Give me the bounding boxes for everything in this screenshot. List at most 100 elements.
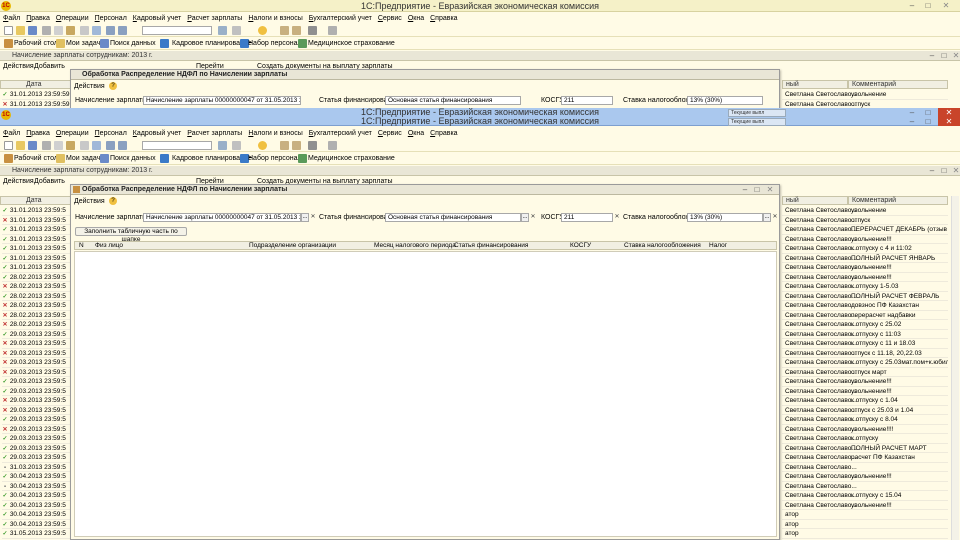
col-n[interactable]: N <box>79 242 84 250</box>
fill-table-button[interactable]: Заполнить табличную часть по шапке <box>75 227 187 243</box>
table-row[interactable]: ✓ 29.03.2013 23:59:5 <box>2 444 76 453</box>
table-row[interactable]: атор <box>782 520 948 529</box>
table-row[interactable]: ✓ 31.05.2013 23:59:5 <box>2 529 76 539</box>
tasks-button[interactable]: Мои задачи <box>66 152 104 165</box>
table-row[interactable]: ▪ 31.03.2013 23:59:5 <box>2 463 76 472</box>
menu-payroll[interactable]: Расчет зарплаты <box>184 128 245 139</box>
table-row[interactable]: Светлана Светославо...ПОЛНЫЙ РАСЧЕТ МАРТ <box>782 444 948 453</box>
table-row[interactable]: Светлана Светославо...увольнение <box>782 90 948 100</box>
menu-hr[interactable]: Кадровый учет <box>130 13 184 24</box>
table-row[interactable]: Светлана Светославо...ПОЛНЫЙ РАСЧЕТ ЯНВА… <box>782 254 948 263</box>
col-department[interactable]: Подразделение организации <box>249 242 336 250</box>
table-row[interactable]: Светлана Светославо...к отпуску с 25.02 <box>782 320 948 330</box>
table-row[interactable]: Светлана Светославо...увольнение!!! <box>782 273 948 282</box>
dialog-minimize-button[interactable]: – <box>739 185 751 195</box>
bg-finance-field[interactable]: Основная статья финансирования <box>385 96 521 105</box>
menu-file[interactable]: Файл <box>0 128 23 139</box>
menu-operations[interactable]: Операции <box>53 13 92 24</box>
table-row[interactable]: ✓ 30.04.2013 23:59:5 <box>2 501 76 510</box>
save-icon[interactable] <box>28 141 37 150</box>
undo-icon[interactable] <box>106 141 115 150</box>
table-row[interactable]: ✓ 31.01.2013 23:59:5 <box>2 206 76 216</box>
table-row[interactable]: Светлана Светославо...ПОЛНЫЙ РАСЧЕТ ФЕВР… <box>782 292 948 301</box>
table-row[interactable]: Светлана Светославо...ПЕРЕРАСЧЕТ ДЕКАБРЬ… <box>782 225 948 235</box>
find-icon[interactable] <box>218 141 227 150</box>
paste-icon[interactable] <box>66 26 75 35</box>
table-row[interactable]: ✕ 29.03.2013 23:59:5 <box>2 425 76 434</box>
dialog-maximize-button[interactable]: □ <box>751 185 763 195</box>
table-row[interactable]: ✓ 30.04.2013 23:59:5 <box>2 472 76 482</box>
minimize-button[interactable]: – <box>904 108 920 117</box>
redo-icon[interactable] <box>118 141 127 150</box>
menu-edit[interactable]: Правка <box>23 128 53 139</box>
table-row[interactable]: ✓ 30.04.2013 23:59:5 <box>2 510 76 520</box>
recruit-button[interactable]: Набор персонала <box>248 152 305 165</box>
table-row[interactable]: ✓ 30.04.2013 23:59:5 <box>2 491 76 501</box>
menu-windows[interactable]: Окна <box>405 13 427 24</box>
menu-taxes[interactable]: Налоги и взносы <box>245 128 305 139</box>
dialog-table-body[interactable] <box>74 251 777 537</box>
salary-clear-icon[interactable]: ✕ <box>309 213 317 222</box>
kosgu-field[interactable]: 211 <box>561 213 613 222</box>
salary-field[interactable]: Начисление зарплаты 00000000047 от 31.05… <box>143 213 301 222</box>
menu-help[interactable]: Справка <box>427 13 460 24</box>
redo-icon[interactable] <box>118 26 127 35</box>
bg-close-button[interactable]: ✕ <box>938 0 954 11</box>
table-row[interactable]: Светлана Светославо...к отпуску <box>782 434 948 444</box>
table-row[interactable]: ✓ 31.01.2013 23:59:5 <box>2 244 76 254</box>
menu-windows[interactable]: Окна <box>405 128 427 139</box>
table-row[interactable]: ▪ 30.04.2013 23:59:5 <box>2 482 76 491</box>
desktop-button[interactable]: Рабочий стол <box>14 152 58 165</box>
open-folder-icon[interactable] <box>16 141 25 150</box>
table-row[interactable]: Светлана Светославо...к отпуску с 25.03м… <box>782 358 948 368</box>
table-row[interactable]: Светлана Светославо...к отпуску с 11:03 <box>782 330 948 339</box>
col-person[interactable]: Физ лицо <box>95 242 123 250</box>
doc-close-button[interactable]: ✕ <box>948 166 960 176</box>
table-row[interactable]: Светлана Светославо...к отпуску с 11 и 1… <box>782 339 948 349</box>
table-row[interactable]: ✓ 29.03.2013 23:59:5 <box>2 453 76 463</box>
table-row[interactable]: ✕ 28.02.2013 23:59:5 <box>2 282 76 292</box>
bg-dialog-help-icon[interactable]: ? <box>109 82 117 90</box>
table-row[interactable]: ✓ 28.02.2013 23:59:5 <box>2 273 76 282</box>
table-row[interactable]: Светлана Светославо...к отпуску с 4 и 11… <box>782 244 948 254</box>
report-icon[interactable] <box>292 141 301 150</box>
info-icon[interactable] <box>258 141 267 150</box>
maximize-button-2[interactable]: □ <box>920 117 936 126</box>
new-doc-icon[interactable] <box>4 141 13 150</box>
table-row[interactable]: ✓ 29.03.2013 23:59:5 <box>2 415 76 425</box>
table-row[interactable]: ✓ 31.01.2013 23:59:5 <box>2 225 76 235</box>
table-row[interactable]: Светлана Светославо...увольнение!!! <box>782 235 948 244</box>
finance-field[interactable]: Основная статья финансирования <box>385 213 521 222</box>
recruit-button[interactable]: Набор персонала <box>248 37 305 50</box>
stamp-icon[interactable] <box>328 141 337 150</box>
bg-doc-actions-menu[interactable]: Действия <box>3 61 34 73</box>
dialog-close-button[interactable]: ✕ <box>763 185 777 195</box>
menu-edit[interactable]: Правка <box>23 13 53 24</box>
monitor-icon[interactable] <box>308 26 317 35</box>
table-row[interactable]: Светлана Светославо...перерасчет надбавк… <box>782 311 948 320</box>
menu-file[interactable]: Файл <box>0 13 23 24</box>
table-row[interactable]: ✓ 29.03.2013 23:59:5 <box>2 387 76 396</box>
table-row[interactable]: Светлана Светославо...отпуск с 25.03 и 1… <box>782 406 948 415</box>
menu-taxes[interactable]: Налоги и взносы <box>245 13 305 24</box>
table-row[interactable]: ✓ 29.03.2013 23:59:5 <box>2 434 76 444</box>
table-row[interactable]: ✕ 28.02.2013 23:59:5 <box>2 301 76 311</box>
table-row[interactable]: ✕ 31.01.2013 23:59:5 <box>2 216 76 225</box>
table-row[interactable]: Светлана Светославо...расчет ПФ Казахста… <box>782 453 948 463</box>
table-row[interactable]: Светлана Светославо...увольнение <box>782 206 948 216</box>
rate-field[interactable]: 13% (30%) <box>687 213 763 222</box>
col-tax-month[interactable]: Месяц налогового периода <box>374 242 456 250</box>
help-icon[interactable]: ? <box>109 197 117 205</box>
menu-hr[interactable]: Кадровый учет <box>130 128 184 139</box>
menu-accounting[interactable]: Бухгалтерский учет <box>306 13 375 24</box>
table-row[interactable]: ✕ 29.03.2013 23:59:5 <box>2 396 76 406</box>
print-icon[interactable] <box>80 26 89 35</box>
table-row[interactable]: Светлана Светославо...отпуск с 11.18, 20… <box>782 349 948 358</box>
col-rate[interactable]: Ставка налогообложения <box>624 242 701 250</box>
tasks-button[interactable]: Мои задачи <box>66 37 104 50</box>
desktop-button[interactable]: Рабочий стол <box>14 37 58 50</box>
cut-icon[interactable] <box>42 141 51 150</box>
dialog-actions-menu[interactable]: Действия <box>74 197 105 206</box>
rate-select-button[interactable]: ... <box>763 213 771 222</box>
undo-icon[interactable] <box>106 26 115 35</box>
